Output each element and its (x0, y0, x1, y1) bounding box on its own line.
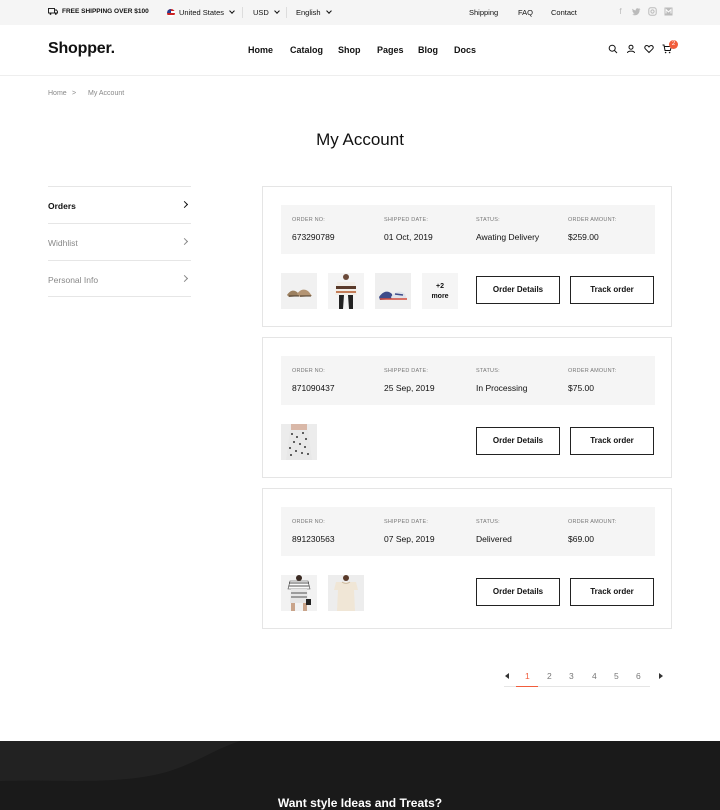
product-thumbnail[interactable] (281, 424, 317, 460)
order-card: ORDER NO: 891230563 SHIPPED DATE: 07 Sep, … (262, 488, 672, 629)
country-selector[interactable]: United States (167, 8, 235, 17)
order-info: ORDER NO: 891230563 SHIPPED DATE: 07 Sep, … (281, 507, 655, 556)
nav-pages[interactable]: Pages (377, 45, 404, 55)
heart-icon[interactable] (644, 44, 654, 54)
chevron-left-icon[interactable] (505, 673, 509, 679)
page-title: My Account (316, 130, 404, 149)
chevron-right-icon (180, 274, 189, 283)
page-link-6[interactable]: 6 (636, 671, 641, 681)
top-bar: FREE SHIPPING OVER $100 United States US… (0, 0, 720, 25)
breadcrumb-separator: > (72, 90, 77, 97)
account-sidebar: Orders Widhlist Personal Info (48, 186, 191, 297)
topbar-link-contact[interactable]: Contact (551, 8, 577, 17)
instagram-icon[interactable] (648, 7, 657, 16)
facebook-icon[interactable]: f (616, 7, 625, 16)
language-selector[interactable]: English (296, 8, 332, 17)
cart-count-badge: 2 (669, 40, 678, 49)
truck-icon (48, 8, 58, 15)
site-header: Shopper. Home Catalog Shop Pages Blog Do… (0, 25, 720, 76)
page-link-4[interactable]: 4 (592, 671, 597, 681)
chevron-down-icon (229, 8, 235, 14)
country-label: United States (179, 8, 225, 17)
order-info: ORDER NO: 871090437 SHIPPED DATE: 25 Sep, … (281, 356, 655, 405)
chevron-down-icon (274, 8, 280, 14)
breadcrumb-current: My Account (88, 90, 125, 97)
nav-shop[interactable]: Shop (338, 45, 361, 55)
order-date: 25 Sep, 2019 (384, 383, 435, 393)
product-thumbnail[interactable] (328, 575, 364, 611)
chevron-right-icon (180, 200, 189, 209)
page-link-3[interactable]: 3 (569, 671, 574, 681)
page-link-1[interactable]: 1 (525, 671, 530, 681)
sidebar-item-personal-info[interactable]: Personal Info (48, 260, 191, 297)
nav-catalog[interactable]: Catalog (290, 45, 323, 55)
shipping-note: FREE SHIPPING OVER $100 (48, 8, 149, 15)
sidebar-item-label: Personal Info (48, 275, 99, 285)
search-icon[interactable] (608, 44, 618, 54)
logo[interactable]: Shopper. (48, 40, 115, 58)
topbar-link-faq[interactable]: FAQ (518, 8, 533, 17)
currency-selector[interactable]: USD (253, 8, 280, 17)
track-order-button[interactable]: Track order (570, 578, 654, 606)
footer: Want style Ideas and Treats? (0, 741, 720, 810)
us-flag-icon (167, 8, 175, 17)
order-card: ORDER NO: 673290789 SHIPPED DATE: 01 Oct, … (262, 186, 672, 327)
order-date: 01 Oct, 2019 (384, 232, 433, 242)
current-page-indicator (516, 686, 538, 687)
order-status: Awating Delivery (476, 232, 540, 242)
more-items[interactable]: +2 more (422, 273, 458, 309)
order-amount: $259.00 (568, 232, 599, 242)
order-status: Delivered (476, 534, 512, 544)
order-date: 07 Sep, 2019 (384, 534, 435, 544)
order-details-button[interactable]: Order Details (476, 427, 560, 455)
sidebar-item-wishlist[interactable]: Widhlist (48, 223, 191, 260)
product-thumbnail[interactable] (281, 273, 317, 309)
order-card: ORDER NO: 871090437 SHIPPED DATE: 25 Sep, … (262, 337, 672, 478)
order-number: 871090437 (292, 383, 335, 393)
order-number: 891230563 (292, 534, 335, 544)
twitter-icon[interactable] (632, 7, 641, 16)
newsletter-title: Want style Ideas and Treats? (277, 796, 443, 810)
order-details-button[interactable]: Order Details (476, 578, 560, 606)
product-thumbnail[interactable] (375, 273, 411, 309)
sidebar-item-label: Orders (48, 201, 76, 211)
medium-icon[interactable] (664, 7, 673, 16)
currency-label: USD (253, 8, 269, 17)
shipping-note-text: FREE SHIPPING OVER $100 (62, 8, 149, 15)
order-info: ORDER NO: 673290789 SHIPPED DATE: 01 Oct, … (281, 205, 655, 254)
order-details-button[interactable]: Order Details (476, 276, 560, 304)
user-icon[interactable] (626, 44, 636, 54)
product-thumbnail[interactable] (328, 273, 364, 309)
product-thumbnail[interactable] (281, 575, 317, 611)
nav-blog[interactable]: Blog (418, 45, 438, 55)
page-link-2[interactable]: 2 (547, 671, 552, 681)
nav-docs[interactable]: Docs (454, 45, 476, 55)
chevron-down-icon (325, 8, 332, 14)
track-order-button[interactable]: Track order (570, 276, 654, 304)
chevron-right-icon[interactable] (659, 673, 663, 679)
sidebar-item-label: Widhlist (48, 238, 78, 248)
chevron-right-icon (180, 237, 189, 246)
order-number: 673290789 (292, 232, 335, 242)
order-status: In Processing (476, 383, 528, 393)
sidebar-item-orders[interactable]: Orders (48, 186, 191, 223)
page-link-5[interactable]: 5 (614, 671, 619, 681)
breadcrumb-home[interactable]: Home (48, 90, 67, 97)
language-label: English (296, 8, 321, 17)
topbar-link-shipping[interactable]: Shipping (469, 8, 498, 17)
order-amount: $69.00 (568, 534, 594, 544)
track-order-button[interactable]: Track order (570, 427, 654, 455)
nav-home[interactable]: Home (248, 45, 273, 55)
order-amount: $75.00 (568, 383, 594, 393)
